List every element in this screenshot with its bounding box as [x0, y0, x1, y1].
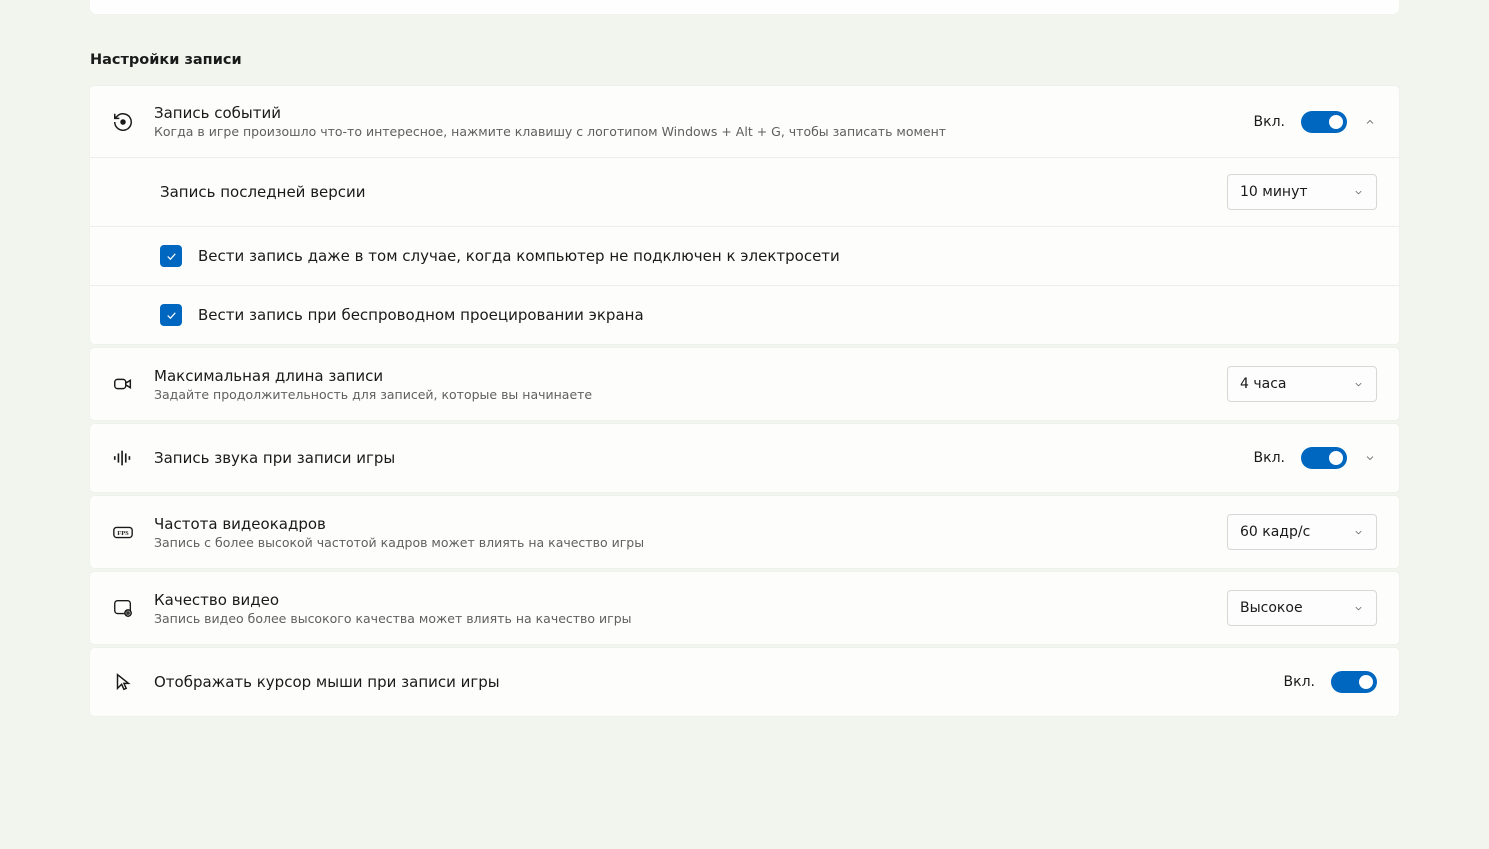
battery-checkbox-row: Вести запись даже в том случае, когда ко…	[90, 226, 1399, 285]
audio-state: Вкл.	[1254, 450, 1285, 466]
max-length-subtitle: Задайте продолжительность для записей, к…	[154, 387, 1227, 402]
audio-title: Запись звука при записи игры	[154, 449, 1254, 467]
chevron-down-icon	[1353, 187, 1364, 198]
quality-subtitle: Запись видео более высокого качества мож…	[154, 611, 1227, 626]
history-icon	[112, 111, 154, 133]
capture-events-card: Запись событий Когда в игре произошло чт…	[90, 86, 1399, 344]
check-icon	[165, 309, 178, 322]
audio-waveform-icon	[112, 447, 154, 469]
max-length-select[interactable]: 4 часа	[1227, 366, 1377, 402]
video-camera-icon	[112, 373, 154, 395]
audio-toggle[interactable]	[1301, 447, 1347, 469]
max-length-value: 4 часа	[1240, 376, 1286, 392]
last-version-row: Запись последней версии 10 минут	[90, 157, 1399, 226]
framerate-subtitle: Запись с более высокой частотой кадров м…	[154, 535, 1227, 550]
chevron-down-icon	[1353, 603, 1364, 614]
wireless-checkbox-label: Вести запись при беспроводном проецирова…	[198, 306, 644, 324]
chevron-down-icon	[1364, 452, 1376, 464]
quality-gear-icon	[112, 597, 154, 619]
cursor-icon	[112, 671, 154, 693]
max-length-row[interactable]: Максимальная длина записи Задайте продол…	[90, 348, 1399, 420]
framerate-title: Частота видеокадров	[154, 515, 1227, 533]
check-icon	[165, 250, 178, 263]
top-card-edge	[90, 0, 1399, 14]
cursor-card: Отображать курсор мыши при записи игры В…	[90, 648, 1399, 716]
fps-icon: FPS	[112, 521, 154, 543]
chevron-down-icon	[1353, 379, 1364, 390]
framerate-row[interactable]: FPS Частота видеокадров Запись с более в…	[90, 496, 1399, 568]
cursor-toggle[interactable]	[1331, 671, 1377, 693]
framerate-value: 60 кадр/с	[1240, 524, 1310, 540]
wireless-checkbox-row: Вести запись при беспроводном проецирова…	[90, 285, 1399, 344]
cursor-title: Отображать курсор мыши при записи игры	[154, 673, 1284, 691]
wireless-checkbox[interactable]	[160, 304, 182, 326]
chevron-down-icon	[1353, 527, 1364, 538]
collapse-button[interactable]	[1363, 115, 1377, 129]
quality-row[interactable]: Качество видео Запись видео более высоко…	[90, 572, 1399, 644]
capture-events-title: Запись событий	[154, 104, 1254, 122]
capture-events-subtitle: Когда в игре произошло что-то интересное…	[154, 124, 1254, 139]
quality-card: Качество видео Запись видео более высоко…	[90, 572, 1399, 644]
framerate-select[interactable]: 60 кадр/с	[1227, 514, 1377, 550]
audio-card: Запись звука при записи игры Вкл.	[90, 424, 1399, 492]
svg-text:FPS: FPS	[117, 530, 129, 537]
section-title: Настройки записи	[90, 52, 1399, 68]
quality-select[interactable]: Высокое	[1227, 590, 1377, 626]
battery-checkbox-label: Вести запись даже в том случае, когда ко…	[198, 247, 840, 265]
quality-title: Качество видео	[154, 591, 1227, 609]
cursor-row[interactable]: Отображать курсор мыши при записи игры В…	[90, 648, 1399, 716]
capture-events-toggle[interactable]	[1301, 111, 1347, 133]
battery-checkbox[interactable]	[160, 245, 182, 267]
last-version-label: Запись последней версии	[160, 183, 1227, 201]
chevron-up-icon	[1364, 116, 1376, 128]
quality-value: Высокое	[1240, 600, 1303, 616]
capture-events-header[interactable]: Запись событий Когда в игре произошло чт…	[90, 86, 1399, 157]
framerate-card: FPS Частота видеокадров Запись с более в…	[90, 496, 1399, 568]
last-version-value: 10 минут	[1240, 184, 1308, 200]
max-length-card: Максимальная длина записи Задайте продол…	[90, 348, 1399, 420]
last-version-select[interactable]: 10 минут	[1227, 174, 1377, 210]
audio-row[interactable]: Запись звука при записи игры Вкл.	[90, 424, 1399, 492]
audio-expand-button[interactable]	[1363, 451, 1377, 465]
cursor-state: Вкл.	[1284, 674, 1315, 690]
capture-events-state: Вкл.	[1254, 114, 1285, 130]
max-length-title: Максимальная длина записи	[154, 367, 1227, 385]
